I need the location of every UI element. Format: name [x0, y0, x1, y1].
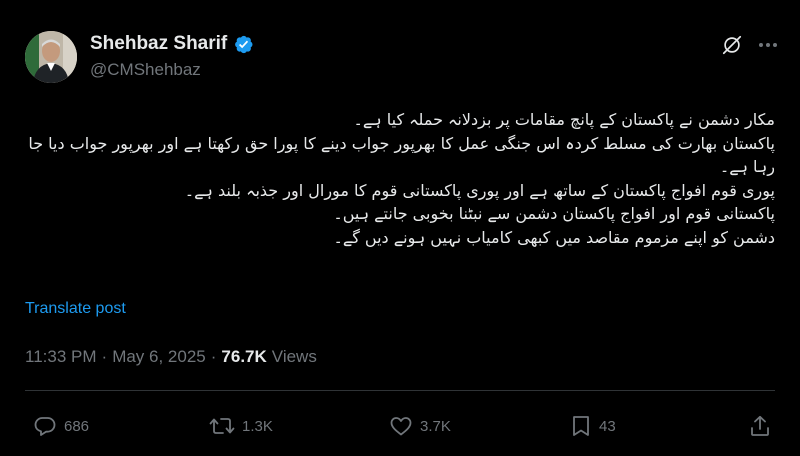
like-button[interactable]: 3.7K [389, 414, 451, 438]
post-date[interactable]: May 6, 2025 [112, 347, 206, 367]
grok-button[interactable] [719, 32, 745, 58]
bookmark-count: 43 [599, 417, 616, 435]
author-name[interactable]: Shehbaz Sharif [90, 33, 227, 55]
heart-icon [390, 417, 412, 436]
post-meta: 11:33 PM · May 6, 2025 · 76.7K Views [25, 347, 317, 367]
bookmark-button[interactable]: 43 [570, 414, 616, 438]
post-text-line: پاکستانی قوم اور افواج پاکستان دشمن سے ن… [333, 204, 775, 224]
share-icon [751, 415, 769, 436]
avatar[interactable] [25, 31, 77, 83]
divider [25, 390, 775, 391]
more-options-button[interactable] [757, 32, 779, 58]
views-count[interactable]: 76.7K [221, 347, 266, 367]
bookmark-icon [573, 416, 589, 436]
grok-icon [722, 35, 742, 55]
views-label: Views [271, 347, 317, 366]
author-name-row[interactable]: Shehbaz Sharif [90, 33, 254, 55]
post-text-line: مکار دشمن نے پاکستان کے پانچ مقامات پر ب… [353, 110, 775, 129]
verified-badge-icon [235, 35, 253, 53]
reply-count: 686 [64, 417, 90, 435]
post-text-line: دشمن کو اپنے مزموم مقاصد میں کبھی کامیاب… [333, 227, 775, 247]
post-time[interactable]: 11:33 PM [25, 347, 97, 367]
more-icon [759, 43, 777, 47]
translate-post-link[interactable]: Translate post [25, 300, 126, 318]
post-text-line: پاکستان بھارت کی مسلط کردہ اس جنگی عمل ک… [28, 133, 775, 177]
repost-button[interactable]: 1.3K [209, 414, 273, 438]
avatar-image [25, 31, 77, 83]
repost-icon [209, 418, 235, 434]
post-text: مکار دشمن نے پاکستان کے پانچ مقامات پر ب… [25, 108, 775, 250]
share-button[interactable] [748, 414, 772, 438]
meta-separator: · [101, 347, 108, 366]
meta-separator: · [210, 347, 217, 366]
like-count: 3.7K [420, 417, 451, 435]
reply-icon [34, 417, 56, 436]
post-detail: Shehbaz Sharif @CMShehbaz مکار دشمن نے پ… [0, 0, 800, 456]
post-text-line: پوری قوم افواج پاکستان کے ساتھ ہے اور پو… [184, 180, 775, 200]
author-handle[interactable]: @CMShehbaz [90, 60, 201, 80]
reply-button[interactable]: 686 [33, 414, 89, 438]
repost-count: 1.3K [242, 417, 273, 435]
